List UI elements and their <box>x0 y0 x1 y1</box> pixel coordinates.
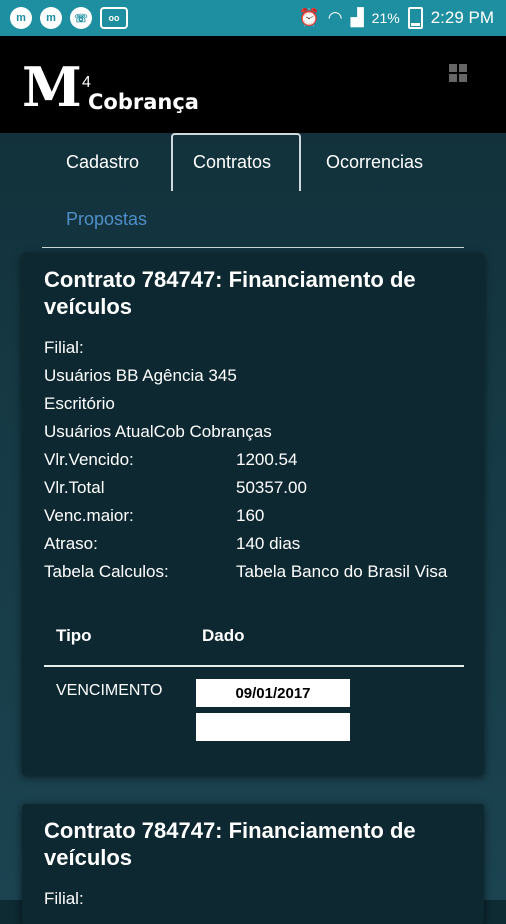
alarm-icon: ⏰ <box>298 8 320 27</box>
tab-ocorrencias[interactable]: Ocorrencias <box>326 152 423 173</box>
tab-propostas[interactable]: Propostas <box>66 209 147 230</box>
whatsapp-icon: ☏ <box>70 7 92 29</box>
table-header-dado: Dado <box>202 626 245 645</box>
tab-cadastro[interactable]: Cadastro <box>66 152 139 173</box>
table-separator <box>44 665 464 667</box>
table-header-tipo: Tipo <box>56 626 92 645</box>
app-logo: M 4 Cobrança <box>22 54 212 124</box>
tab-contratos[interactable]: Contratos <box>193 152 271 173</box>
messenger-icon: m <box>40 7 62 29</box>
vlr-total-label: Vlr.Total <box>44 478 105 497</box>
contract-card[interactable]: Contrato 784747: Financiamento de veícul… <box>22 253 484 775</box>
contract-card[interactable]: Contrato 784747: Financiamento de veícul… <box>22 804 484 924</box>
table-cell-tipo: VENCIMENTO <box>56 682 163 699</box>
empty-field[interactable] <box>196 713 350 741</box>
vlr-vencido-label: Vlr.Vencido: <box>44 450 134 469</box>
tabela-calculos-label: Tabela Calculos: <box>44 562 169 581</box>
escritorio-value: Usuários AtualCob Cobranças <box>44 422 272 441</box>
battery-percent: 21% <box>371 10 400 26</box>
contract-title: Contrato 784747: Financiamento de veícul… <box>44 818 416 870</box>
app-header: M 4 Cobrança <box>0 36 506 133</box>
clock: 2:29 PM <box>430 8 494 27</box>
atraso-value: 140 dias <box>236 534 301 553</box>
vlr-total-value: 50357.00 <box>236 478 307 497</box>
venc-maior-value: 160 <box>236 506 265 525</box>
venc-maior-label: Venc.maior: <box>44 506 134 525</box>
signal-icon: ▟ <box>350 8 364 27</box>
filial-label: Filial: <box>44 338 84 357</box>
logo-m-glyph: M <box>22 55 82 119</box>
tabs-divider <box>42 247 464 248</box>
status-bar: m m ☏ oo ⏰ ◠ ▟ 21% 2:29 PM <box>0 0 506 36</box>
tab-bar: Cadastro Contratos Ocorrencias Propostas <box>42 133 464 248</box>
voicemail-icon: oo <box>100 7 128 29</box>
atraso-label: Atraso: <box>44 534 98 553</box>
messenger-icon: m <box>10 7 32 29</box>
battery-icon <box>407 7 423 29</box>
tabela-calculos-value: Tabela Banco do Brasil Visa <box>236 562 448 581</box>
wifi-icon: ◠ <box>327 8 343 27</box>
contract-title: Contrato 784747: Financiamento de veícul… <box>44 267 416 319</box>
filial-value: Usuários BB Agência 345 <box>44 366 237 385</box>
apps-grid-icon[interactable] <box>449 64 467 82</box>
date-field[interactable]: 09/01/2017 <box>196 679 350 707</box>
filial-label: Filial: <box>44 889 84 908</box>
escritorio-label: Escritório <box>44 394 115 413</box>
vlr-vencido-value: 1200.54 <box>236 450 298 469</box>
main-content: Cadastro Contratos Ocorrencias Propostas… <box>0 133 506 924</box>
logo-text: Cobrança <box>88 90 199 114</box>
